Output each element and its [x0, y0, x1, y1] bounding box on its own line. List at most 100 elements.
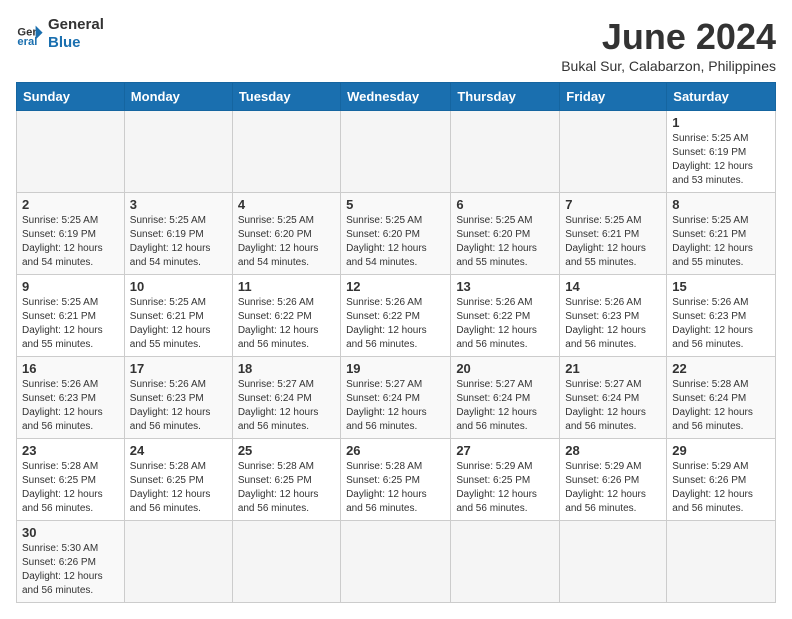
day-info: Sunrise: 5:25 AM Sunset: 6:20 PM Dayligh…	[346, 214, 445, 270]
calendar-day-cell	[124, 521, 232, 603]
calendar-day-cell	[667, 521, 776, 603]
calendar-day-cell: 16 Sunrise: 5:26 AM Sunset: 6:23 PM Dayli…	[17, 357, 125, 439]
calendar-day-cell: 27Sunrise: 5:29 AM Sunset: 6:25 PM Dayli…	[451, 439, 560, 521]
day-info: Sunrise: 5:27 AM Sunset: 6:24 PM Dayligh…	[565, 378, 661, 434]
day-info: Sunrise: 5:30 AM Sunset: 6:26 PM Dayligh…	[22, 542, 119, 598]
calendar-day-cell: 3 Sunrise: 5:25 AM Sunset: 6:19 PM Daylig…	[124, 193, 232, 275]
calendar-day-cell: 25 Sunrise: 5:28 AM Sunset: 6:25 PM Dayli…	[232, 439, 340, 521]
day-info: Sunrise: 5:25 AM Sunset: 6:19 PM Dayligh…	[672, 132, 770, 188]
day-number: 30	[22, 525, 119, 540]
day-info: Sunrise: 5:29 AM Sunset: 6:26 PM Dayligh…	[672, 460, 770, 516]
day-number: 26	[346, 443, 445, 458]
day-info: Sunrise: 5:26 AM Sunset: 6:23 PM Dayligh…	[130, 378, 227, 434]
calendar-day-cell	[451, 521, 560, 603]
calendar-day-cell: 5 Sunrise: 5:25 AM Sunset: 6:20 PM Daylig…	[341, 193, 451, 275]
calendar-day-cell: 24 Sunrise: 5:28 AM Sunset: 6:25 PM Dayli…	[124, 439, 232, 521]
day-number: 8	[672, 197, 770, 212]
calendar-day-cell	[232, 111, 340, 193]
calendar-week-row: 9 Sunrise: 5:25 AM Sunset: 6:21 PM Daylig…	[17, 275, 776, 357]
weekday-header: Monday	[124, 83, 232, 111]
calendar-day-cell: 6Sunrise: 5:25 AM Sunset: 6:20 PM Daylig…	[451, 193, 560, 275]
day-number: 5	[346, 197, 445, 212]
calendar-day-cell	[560, 521, 667, 603]
weekday-header-row: SundayMondayTuesdayWednesdayThursdayFrid…	[17, 83, 776, 111]
day-number: 1	[672, 115, 770, 130]
day-number: 7	[565, 197, 661, 212]
calendar-day-cell	[451, 111, 560, 193]
header: Gen eral General Blue June 2024 Bukal Su…	[16, 16, 776, 74]
day-number: 25	[238, 443, 335, 458]
day-number: 11	[238, 279, 335, 294]
calendar-day-cell: 19Sunrise: 5:27 AM Sunset: 6:24 PM Dayli…	[341, 357, 451, 439]
day-info: Sunrise: 5:26 AM Sunset: 6:23 PM Dayligh…	[672, 296, 770, 352]
calendar-day-cell	[341, 521, 451, 603]
day-number: 13	[456, 279, 554, 294]
calendar-day-cell: 9 Sunrise: 5:25 AM Sunset: 6:21 PM Daylig…	[17, 275, 125, 357]
day-info: Sunrise: 5:28 AM Sunset: 6:25 PM Dayligh…	[130, 460, 227, 516]
day-info: Sunrise: 5:27 AM Sunset: 6:24 PM Dayligh…	[238, 378, 335, 434]
calendar-day-cell: 22 Sunrise: 5:28 AM Sunset: 6:24 PM Dayli…	[667, 357, 776, 439]
day-number: 24	[130, 443, 227, 458]
calendar-week-row: 1 Sunrise: 5:25 AM Sunset: 6:19 PM Daylig…	[17, 111, 776, 193]
calendar-title: June 2024	[561, 16, 776, 58]
calendar-day-cell: 17 Sunrise: 5:26 AM Sunset: 6:23 PM Dayli…	[124, 357, 232, 439]
day-info: Sunrise: 5:25 AM Sunset: 6:21 PM Dayligh…	[130, 296, 227, 352]
day-number: 3	[130, 197, 227, 212]
day-number: 14	[565, 279, 661, 294]
calendar-day-cell: 23Sunrise: 5:28 AM Sunset: 6:25 PM Dayli…	[17, 439, 125, 521]
logo: Gen eral General Blue	[16, 16, 104, 52]
day-number: 16	[22, 361, 119, 376]
day-number: 28	[565, 443, 661, 458]
day-number: 4	[238, 197, 335, 212]
day-number: 21	[565, 361, 661, 376]
logo-text-line2: Blue	[48, 34, 104, 52]
day-number: 12	[346, 279, 445, 294]
weekday-header: Friday	[560, 83, 667, 111]
weekday-header: Thursday	[451, 83, 560, 111]
day-info: Sunrise: 5:25 AM Sunset: 6:19 PM Dayligh…	[130, 214, 227, 270]
weekday-header: Saturday	[667, 83, 776, 111]
day-info: Sunrise: 5:29 AM Sunset: 6:25 PM Dayligh…	[456, 460, 554, 516]
day-info: Sunrise: 5:28 AM Sunset: 6:25 PM Dayligh…	[22, 460, 119, 516]
calendar-subtitle: Bukal Sur, Calabarzon, Philippines	[561, 58, 776, 74]
day-info: Sunrise: 5:28 AM Sunset: 6:24 PM Dayligh…	[672, 378, 770, 434]
day-number: 10	[130, 279, 227, 294]
calendar-week-row: 2Sunrise: 5:25 AM Sunset: 6:19 PM Daylig…	[17, 193, 776, 275]
calendar-day-cell: 10 Sunrise: 5:25 AM Sunset: 6:21 PM Dayli…	[124, 275, 232, 357]
calendar-day-cell: 2Sunrise: 5:25 AM Sunset: 6:19 PM Daylig…	[17, 193, 125, 275]
day-number: 6	[456, 197, 554, 212]
calendar-day-cell: 1 Sunrise: 5:25 AM Sunset: 6:19 PM Daylig…	[667, 111, 776, 193]
day-number: 18	[238, 361, 335, 376]
calendar-day-cell: 11Sunrise: 5:26 AM Sunset: 6:22 PM Dayli…	[232, 275, 340, 357]
calendar-day-cell: 21 Sunrise: 5:27 AM Sunset: 6:24 PM Dayli…	[560, 357, 667, 439]
calendar-day-cell	[341, 111, 451, 193]
day-number: 17	[130, 361, 227, 376]
logo-text-line1: General	[48, 16, 104, 34]
calendar-day-cell: 13Sunrise: 5:26 AM Sunset: 6:22 PM Dayli…	[451, 275, 560, 357]
day-number: 22	[672, 361, 770, 376]
calendar-day-cell: 15 Sunrise: 5:26 AM Sunset: 6:23 PM Dayli…	[667, 275, 776, 357]
day-info: Sunrise: 5:25 AM Sunset: 6:21 PM Dayligh…	[672, 214, 770, 270]
day-number: 9	[22, 279, 119, 294]
day-info: Sunrise: 5:25 AM Sunset: 6:21 PM Dayligh…	[22, 296, 119, 352]
calendar-day-cell	[17, 111, 125, 193]
calendar-day-cell: 14Sunrise: 5:26 AM Sunset: 6:23 PM Dayli…	[560, 275, 667, 357]
day-number: 20	[456, 361, 554, 376]
day-info: Sunrise: 5:26 AM Sunset: 6:23 PM Dayligh…	[22, 378, 119, 434]
calendar-week-row: 30 Sunrise: 5:30 AM Sunset: 6:26 PM Dayli…	[17, 521, 776, 603]
day-info: Sunrise: 5:25 AM Sunset: 6:19 PM Dayligh…	[22, 214, 119, 270]
calendar-day-cell: 4 Sunrise: 5:25 AM Sunset: 6:20 PM Daylig…	[232, 193, 340, 275]
weekday-header: Sunday	[17, 83, 125, 111]
day-info: Sunrise: 5:28 AM Sunset: 6:25 PM Dayligh…	[238, 460, 335, 516]
weekday-header: Tuesday	[232, 83, 340, 111]
title-block: June 2024 Bukal Sur, Calabarzon, Philipp…	[561, 16, 776, 74]
day-info: Sunrise: 5:25 AM Sunset: 6:20 PM Dayligh…	[238, 214, 335, 270]
calendar-day-cell: 7Sunrise: 5:25 AM Sunset: 6:21 PM Daylig…	[560, 193, 667, 275]
calendar-day-cell: 29Sunrise: 5:29 AM Sunset: 6:26 PM Dayli…	[667, 439, 776, 521]
calendar-day-cell: 8 Sunrise: 5:25 AM Sunset: 6:21 PM Daylig…	[667, 193, 776, 275]
day-number: 15	[672, 279, 770, 294]
calendar-day-cell: 12Sunrise: 5:26 AM Sunset: 6:22 PM Dayli…	[341, 275, 451, 357]
calendar-week-row: 23Sunrise: 5:28 AM Sunset: 6:25 PM Dayli…	[17, 439, 776, 521]
day-info: Sunrise: 5:27 AM Sunset: 6:24 PM Dayligh…	[346, 378, 445, 434]
day-info: Sunrise: 5:29 AM Sunset: 6:26 PM Dayligh…	[565, 460, 661, 516]
